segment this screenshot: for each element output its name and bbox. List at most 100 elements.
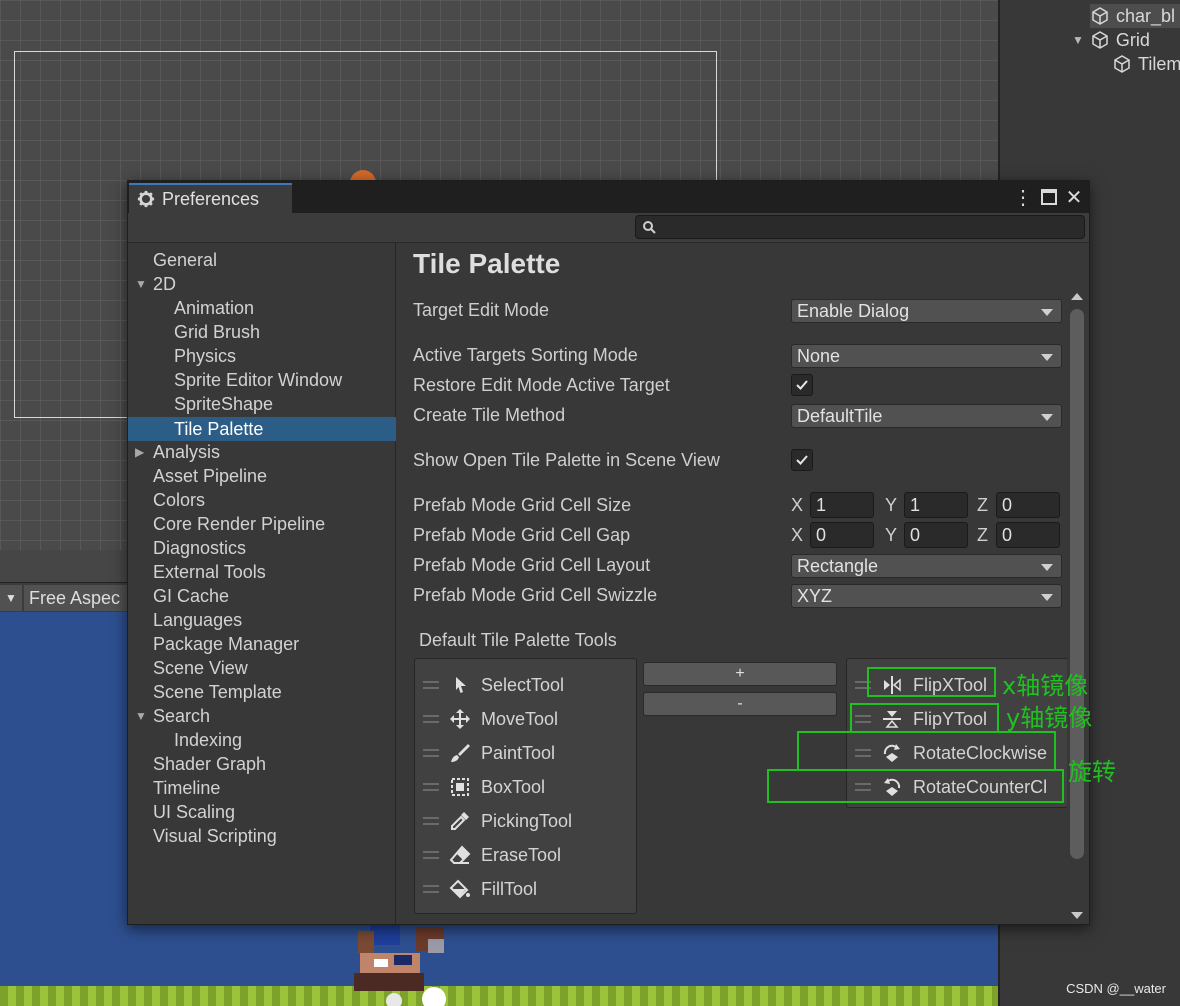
axis-x-label: X xyxy=(791,525,804,545)
tool-label: FillTool xyxy=(481,878,538,899)
axis-y-label: Y xyxy=(885,495,898,515)
nav-item-general[interactable]: General xyxy=(128,248,396,272)
cell-swizzle-dropdown[interactable]: XYZ xyxy=(791,584,1062,608)
drag-handle-icon[interactable] xyxy=(423,783,439,791)
cell-size-y-field[interactable]: 1 xyxy=(904,492,968,518)
nav-item-scene-view[interactable]: Scene View xyxy=(128,656,396,680)
remove-tool-button[interactable]: - xyxy=(643,692,837,716)
hierarchy-item-grid[interactable]: ▼ Grid xyxy=(1072,28,1150,52)
restore-edit-mode-checkbox[interactable] xyxy=(791,374,813,396)
cell-gap-y-field[interactable]: 0 xyxy=(904,522,968,548)
aspect-dropdown[interactable]: Free Aspec xyxy=(24,585,134,611)
cell-gap-z-field[interactable]: 0 xyxy=(996,522,1060,548)
display-dropdown-button[interactable]: ▼ xyxy=(0,585,22,611)
nav-item-gi-cache[interactable]: GI Cache xyxy=(128,584,396,608)
list-item[interactable]: PaintTool xyxy=(415,736,636,770)
cell-size-z-field[interactable]: 0 xyxy=(996,492,1060,518)
nav-item-label: SpriteShape xyxy=(174,394,274,414)
search-field[interactable] xyxy=(635,215,1085,239)
nav-item-colors[interactable]: Colors xyxy=(128,488,396,512)
nav-item-sprite-editor-window[interactable]: Sprite Editor Window xyxy=(128,368,396,392)
nav-item-physics[interactable]: Physics xyxy=(128,344,396,368)
list-item[interactable]: SelectTool xyxy=(415,668,636,702)
watermark-text: CSDN @__water xyxy=(1066,981,1166,996)
tool-label: BoxTool xyxy=(481,776,546,797)
nav-item-tile-palette[interactable]: Tile Palette xyxy=(128,417,396,441)
drag-handle-icon[interactable] xyxy=(423,749,439,757)
dropdown-value: DefaultTile xyxy=(797,406,883,426)
gameobject-cube-icon xyxy=(1092,31,1108,49)
checkmark-icon xyxy=(796,455,808,465)
nav-item-package-manager[interactable]: Package Manager xyxy=(128,632,396,656)
maximize-icon[interactable] xyxy=(1038,185,1060,209)
nav-item-label: Package Manager xyxy=(153,634,300,654)
nav-item-2d[interactable]: ▼ 2D xyxy=(128,272,396,296)
list-item[interactable]: BoxTool xyxy=(415,770,636,804)
eraser-icon xyxy=(449,845,471,864)
nav-item-scene-template[interactable]: Scene Template xyxy=(128,680,396,704)
active-targets-sorting-mode-label: Active Targets Sorting Mode xyxy=(413,345,638,365)
scroll-down-icon[interactable] xyxy=(1071,912,1083,919)
nav-item-core-render-pipeline[interactable]: Core Render Pipeline xyxy=(128,512,396,536)
list-item[interactable]: EraseTool xyxy=(415,838,636,872)
nav-item-label: Core Render Pipeline xyxy=(153,514,326,534)
search-input[interactable] xyxy=(660,217,1080,237)
nav-item-languages[interactable]: Languages xyxy=(128,608,396,632)
nav-item-label: Grid Brush xyxy=(174,322,261,342)
kebab-menu-icon[interactable]: ⋮ xyxy=(1012,185,1034,209)
drag-handle-icon[interactable] xyxy=(423,681,439,689)
annotation-rotate: 旋转 xyxy=(1068,758,1116,786)
restore-edit-mode-label: Restore Edit Mode Active Target xyxy=(413,375,670,395)
nav-item-indexing[interactable]: Indexing xyxy=(128,728,396,752)
nav-item-external-tools[interactable]: External Tools xyxy=(128,560,396,584)
annotation-flip-y: y轴镜像 xyxy=(1006,704,1093,732)
drag-handle-icon[interactable] xyxy=(423,817,439,825)
nav-item-shader-graph[interactable]: Shader Graph xyxy=(128,752,396,776)
list-item[interactable]: PickingTool xyxy=(415,804,636,838)
active-targets-sorting-mode-dropdown[interactable]: None xyxy=(791,344,1062,368)
window-titlebar[interactable]: Preferences ⋮ ✕ xyxy=(128,181,1089,213)
hierarchy-item-tilemap[interactable]: Tilem xyxy=(1112,52,1180,76)
annotation-box-rotate-cw xyxy=(797,731,1056,771)
list-item[interactable]: FillTool xyxy=(415,872,636,906)
nav-item-asset-pipeline[interactable]: Asset Pipeline xyxy=(128,464,396,488)
hierarchy-item-char[interactable]: char_bl xyxy=(1090,4,1180,28)
target-edit-mode-dropdown[interactable]: Enable Dialog xyxy=(791,299,1062,323)
expand-arrow-icon[interactable]: ▼ xyxy=(135,704,147,728)
nav-item-label: Scene Template xyxy=(153,682,282,702)
nav-item-diagnostics[interactable]: Diagnostics xyxy=(128,536,396,560)
drag-handle-icon[interactable] xyxy=(423,885,439,893)
gear-icon xyxy=(137,190,155,208)
tool-label: PickingTool xyxy=(481,810,573,831)
scroll-up-icon[interactable] xyxy=(1071,293,1083,300)
dropdown-value: Enable Dialog xyxy=(797,301,910,321)
nav-item-analysis[interactable]: ▶ Analysis xyxy=(128,440,396,464)
character-sprite xyxy=(354,925,446,1006)
nav-item-search[interactable]: ▼ Search xyxy=(128,704,396,728)
preferences-tab[interactable]: Preferences xyxy=(129,183,292,213)
vertical-scrollbar[interactable] xyxy=(1067,289,1087,923)
show-open-tile-palette-checkbox[interactable] xyxy=(791,449,813,471)
nav-item-timeline[interactable]: Timeline xyxy=(128,776,396,800)
cell-size-x-field[interactable]: 1 xyxy=(810,492,874,518)
nav-item-visual-scripting[interactable]: Visual Scripting xyxy=(128,824,396,848)
nav-item-grid-brush[interactable]: Grid Brush xyxy=(128,320,396,344)
cell-layout-dropdown[interactable]: Rectangle xyxy=(791,554,1062,578)
nav-item-label: UI Scaling xyxy=(153,802,236,822)
tool-label: PaintTool xyxy=(481,742,556,763)
drag-handle-icon[interactable] xyxy=(423,851,439,859)
expand-arrow-icon[interactable]: ▶ xyxy=(135,440,144,464)
expand-arrow-icon[interactable]: ▼ xyxy=(135,272,147,296)
nav-item-spriteshape[interactable]: SpriteShape xyxy=(128,392,396,416)
drag-handle-icon[interactable] xyxy=(423,715,439,723)
create-tile-method-dropdown[interactable]: DefaultTile xyxy=(791,404,1062,428)
add-tool-button[interactable]: + xyxy=(643,662,837,686)
nav-item-label: Analysis xyxy=(153,442,221,462)
expand-arrow-icon[interactable]: ▼ xyxy=(1072,33,1084,47)
nav-item-ui-scaling[interactable]: UI Scaling xyxy=(128,800,396,824)
list-item[interactable]: MoveTool xyxy=(415,702,636,736)
close-icon[interactable]: ✕ xyxy=(1063,185,1085,209)
nav-item-animation[interactable]: Animation xyxy=(128,296,396,320)
cell-gap-x-field[interactable]: 0 xyxy=(810,522,874,548)
nav-item-label: Indexing xyxy=(174,730,243,750)
